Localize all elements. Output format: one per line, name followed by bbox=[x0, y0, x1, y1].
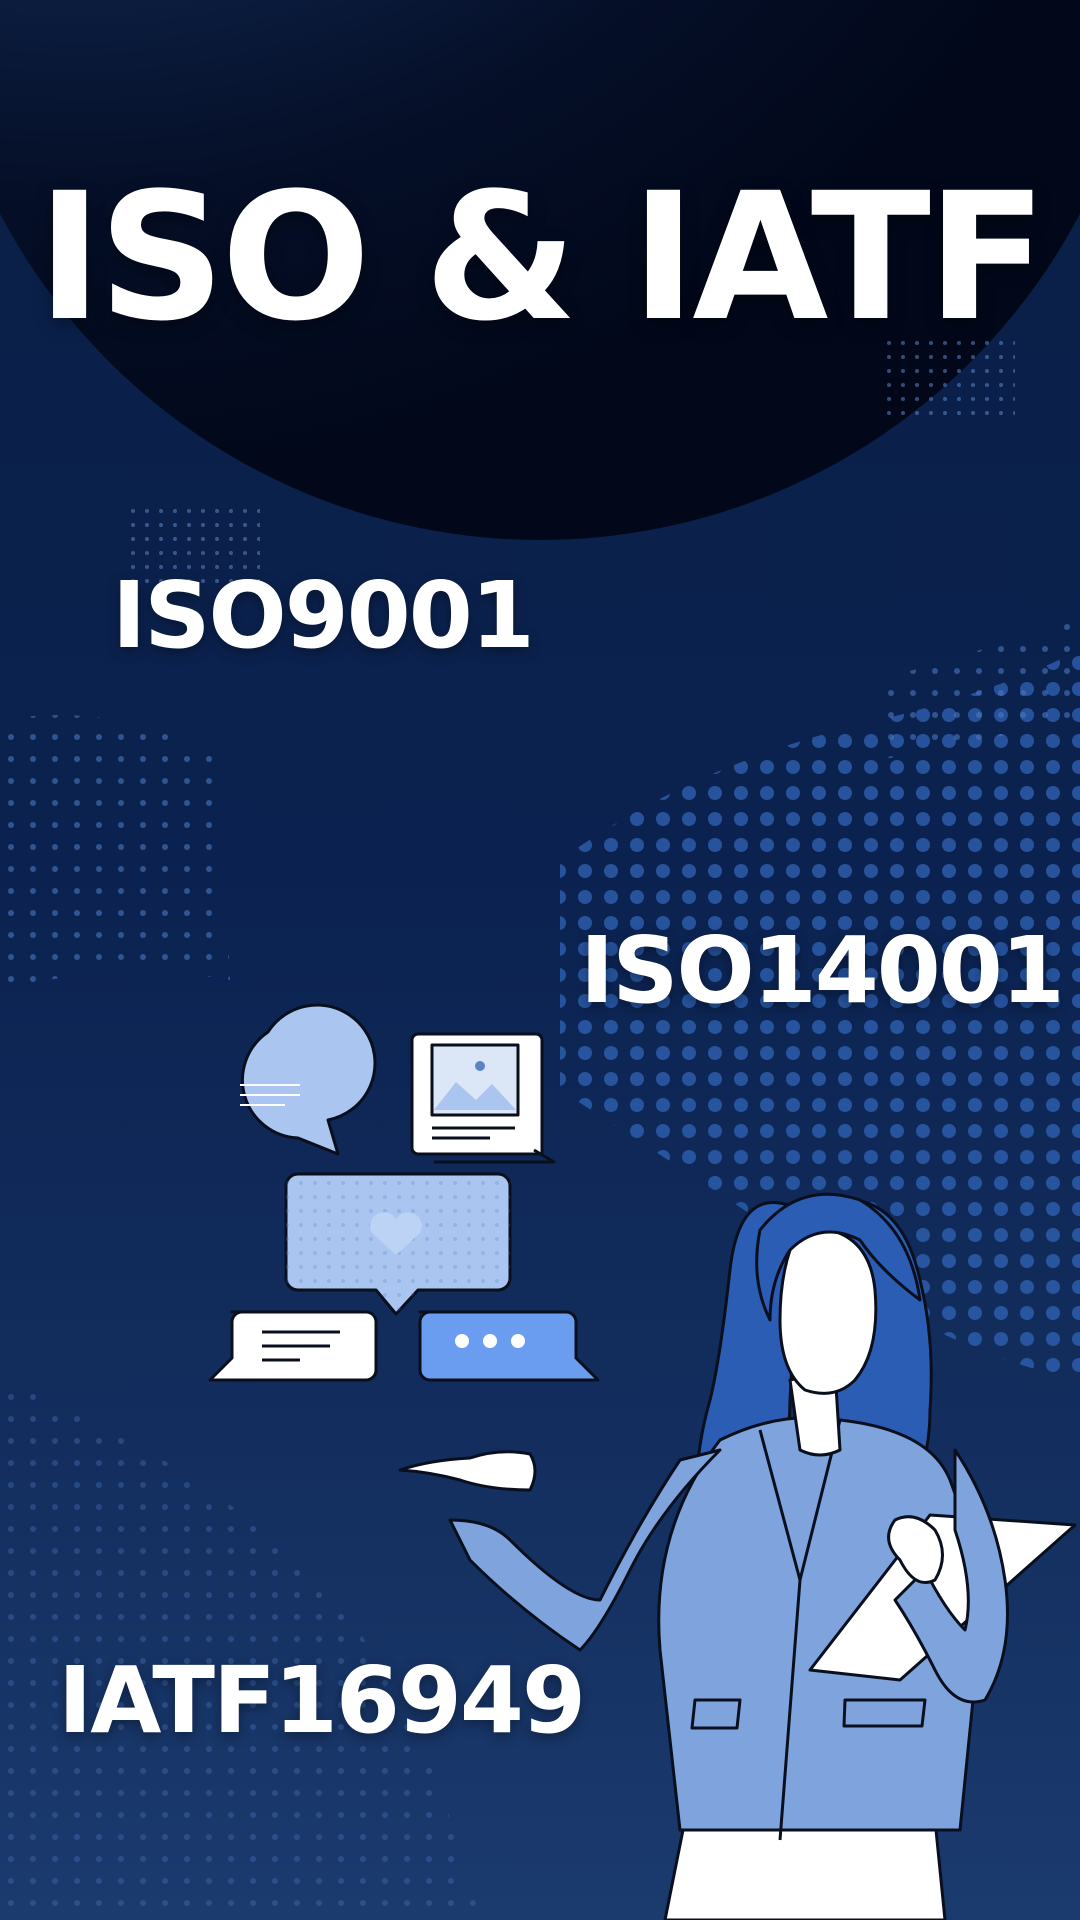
standard-label-iso14001: ISO14001 bbox=[580, 917, 1065, 1024]
chat-illustration bbox=[208, 1003, 600, 1382]
standard-label-iatf16949: IATF16949 bbox=[58, 1647, 586, 1754]
text-message-icon bbox=[208, 1310, 378, 1382]
heart-message-icon bbox=[284, 1172, 512, 1316]
poster-title: ISO & IATF bbox=[36, 155, 1047, 360]
speech-bubble-icon bbox=[240, 1003, 377, 1156]
monitor-image-icon bbox=[410, 1032, 556, 1164]
typing-message-icon bbox=[418, 1310, 600, 1382]
standard-label-iso9001: ISO9001 bbox=[112, 562, 535, 669]
